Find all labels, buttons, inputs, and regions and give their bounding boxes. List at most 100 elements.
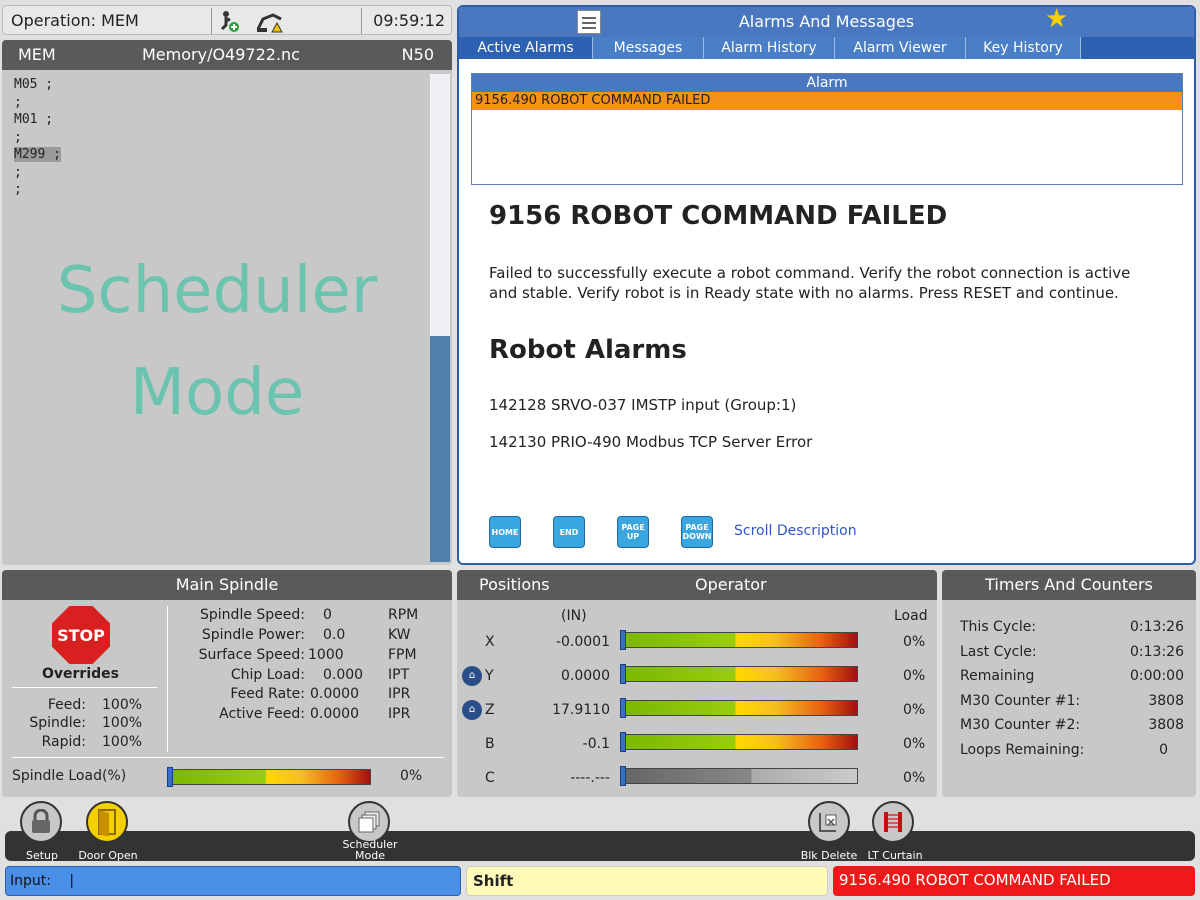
code-line-current: M299 ;	[14, 146, 61, 164]
tab-messages[interactable]: Messages	[593, 37, 704, 59]
light-curtain-button[interactable]	[872, 801, 914, 843]
tab-active-alarms[interactable]: Active Alarms	[459, 37, 593, 59]
block-delete-button[interactable]	[808, 801, 850, 843]
override-value: 100%	[102, 697, 143, 713]
main-spindle-panel: Main Spindle STOP Overrides Feed: 100% S…	[2, 570, 452, 797]
end-button[interactable]: END	[553, 516, 585, 548]
stat-value: 0.000	[323, 667, 364, 683]
menu-icon[interactable]	[577, 10, 601, 34]
alarm-table: Alarm 9156.490 ROBOT COMMAND FAILED	[471, 73, 1183, 185]
load-pointer	[620, 630, 626, 650]
counter-label: Loops Remaining:	[960, 742, 1085, 758]
override-label: Feed:	[47, 697, 86, 713]
operation-status-bar: Operation: MEM 09:59:12	[2, 5, 452, 35]
stat-label: Surface Speed:	[198, 647, 305, 663]
counter-label: M30 Counter #1:	[960, 693, 1081, 709]
spindle-load-bar	[167, 767, 371, 787]
load-pointer	[620, 664, 626, 684]
divider	[167, 606, 168, 752]
timer-label: This Cycle:	[960, 619, 1037, 635]
program-line-number: N50	[401, 45, 434, 64]
load-pointer	[620, 766, 626, 786]
stat-unit: IPR	[388, 706, 411, 722]
axis-label: X	[485, 634, 495, 650]
page-down-button[interactable]: PAGE DOWN	[681, 516, 713, 548]
positions-panel: Positions Operator (IN) Load X -0.0001 0…	[457, 570, 937, 797]
alarm-row-selected[interactable]: 9156.490 ROBOT COMMAND FAILED	[472, 92, 1182, 110]
door-open-label: Door Open	[78, 849, 138, 862]
alarms-tabs: Active Alarms Messages Alarm History Ala…	[459, 37, 1194, 59]
robot-warning-icon	[256, 13, 283, 33]
page-up-button[interactable]: PAGE UP	[617, 516, 649, 548]
stat-value: 1000	[308, 647, 344, 663]
positions-operator-label[interactable]: Operator	[695, 570, 767, 600]
light-curtain-icon	[884, 812, 902, 832]
program-code[interactable]: M05 ; ; M01 ; ; M299 ; ; ;	[14, 76, 61, 199]
stat-label: Spindle Power:	[201, 627, 305, 643]
timers-counters-panel: Timers And Counters This Cycle: 0:13:26 …	[942, 570, 1196, 797]
code-line: ;	[14, 94, 22, 110]
timers-title: Timers And Counters	[942, 570, 1196, 600]
jog-probe-icon	[220, 11, 239, 32]
axis-load-bar	[620, 732, 858, 752]
door-open-button[interactable]	[86, 801, 128, 843]
program-scrollbar[interactable]	[430, 74, 450, 562]
lock-icon	[32, 809, 50, 833]
tab-alarm-history[interactable]: Alarm History	[704, 37, 835, 59]
axis-position: 0.0000	[561, 668, 610, 684]
axis-load-value: 0%	[903, 668, 926, 684]
axis-position: -0.0001	[555, 634, 610, 650]
load-pointer	[620, 698, 626, 718]
scheduler-mode-button[interactable]	[348, 801, 390, 843]
door-icon	[98, 809, 116, 836]
tab-key-history[interactable]: Key History	[966, 37, 1081, 59]
load-pointer	[167, 767, 173, 787]
code-line-highlight: M299 ;	[14, 147, 61, 162]
alarm-status-bar[interactable]: 9156.490 ROBOT COMMAND FAILED	[833, 866, 1195, 896]
code-line: ;	[14, 129, 22, 145]
robot-alarm-item: 142128 SRVO-037 IMSTP input (Group:1)	[489, 396, 797, 414]
home-button[interactable]: HOME	[489, 516, 521, 548]
setup-button[interactable]	[20, 801, 62, 843]
input-field[interactable]: Input: |	[5, 866, 461, 896]
axis-load-bar	[620, 664, 858, 684]
axis-load-bar	[620, 630, 858, 650]
program-panel: MEM Memory/O49722.nc N50 M05 ; ; M01 ; ;…	[2, 40, 452, 565]
timer-value: 0:00:00	[1130, 668, 1184, 684]
divider	[361, 8, 362, 34]
program-mode: MEM	[18, 45, 56, 64]
positions-title[interactable]: Positions	[479, 570, 550, 600]
axis-load-bar	[620, 698, 858, 718]
lt-curtain-label: LT Curtain	[867, 849, 923, 862]
axis-position: ----.---	[570, 770, 610, 786]
axis-load-value: 0%	[903, 736, 926, 752]
scheduler-mode-label: Scheduler Mode	[330, 839, 410, 861]
axis-position: -0.1	[582, 736, 610, 752]
robot-alarms-heading: Robot Alarms	[489, 335, 687, 365]
stacked-pages-icon	[358, 811, 380, 833]
timer-label: Remaining	[960, 668, 1035, 684]
clock: 09:59:12	[373, 11, 445, 30]
axis-position: 17.9110	[552, 702, 610, 718]
code-line: ;	[14, 182, 22, 197]
scheduler-mode-watermark: Scheduler Mode	[2, 240, 432, 445]
counter-value: 3808	[1148, 693, 1184, 709]
override-label: Rapid:	[41, 734, 86, 750]
star-icon[interactable]: ★	[1045, 7, 1068, 34]
alarm-heading: 9156 ROBOT COMMAND FAILED	[489, 201, 948, 231]
timer-value: 0:13:26	[1130, 644, 1184, 660]
scroll-description-label[interactable]: Scroll Description	[734, 523, 857, 539]
scrollbar-thumb[interactable]	[430, 336, 450, 562]
program-header: MEM Memory/O49722.nc N50	[2, 40, 452, 70]
stat-label: Feed Rate:	[230, 686, 305, 702]
spindle-load-label: Spindle Load(%)	[12, 768, 127, 784]
stat-unit: IPT	[388, 667, 410, 683]
stat-value: 0.0000	[310, 686, 359, 702]
tab-alarm-viewer[interactable]: Alarm Viewer	[835, 37, 966, 59]
operation-mode: Operation: MEM	[11, 11, 139, 30]
spindle-load-value: 0%	[400, 768, 423, 784]
home-icon: ⌂	[462, 700, 482, 720]
axis-load-value: 0%	[903, 634, 926, 650]
shift-indicator: Shift	[466, 866, 828, 896]
stat-value: 0	[323, 607, 332, 623]
